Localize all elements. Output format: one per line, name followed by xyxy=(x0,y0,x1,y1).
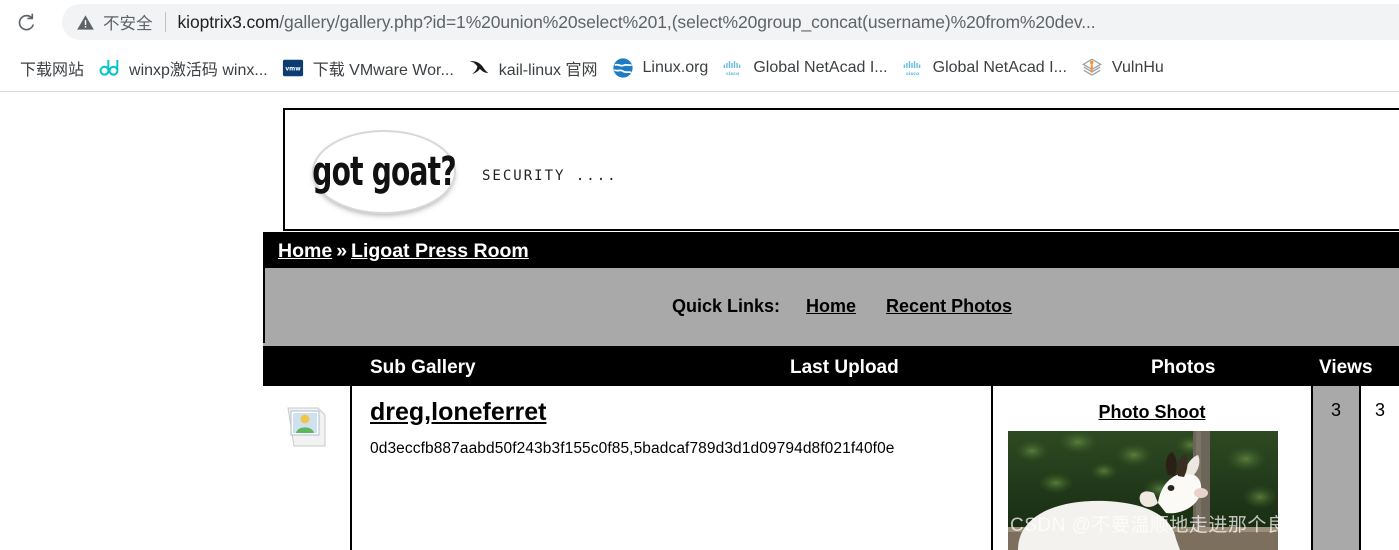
breadcrumb-bar: Home» Ligoat Press Room xyxy=(263,232,1399,268)
bookmark-item[interactable]: vmw 下载 VMware Wor... xyxy=(275,51,461,85)
omnibar-row: 不安全 kioptrix3.com/gallery/gallery.php?id… xyxy=(0,0,1399,45)
bookmark-label: Global NetAcad I... xyxy=(932,59,1067,76)
omnibox-divider xyxy=(164,12,166,32)
address-bar[interactable]: 不安全 kioptrix3.com/gallery/gallery.php?id… xyxy=(62,4,1399,40)
vmware-icon: vmw xyxy=(282,57,304,79)
bookmark-item[interactable]: winxp激活码 winx... xyxy=(91,51,275,85)
browser-chrome: 不安全 kioptrix3.com/gallery/gallery.php?id… xyxy=(0,0,1399,92)
page-content: got goat? SECURITY .... Home» Ligoat Pres… xyxy=(0,92,1399,550)
column-header-views: Views xyxy=(1319,357,1373,378)
table-header-row: Sub Gallery Last Upload Photos Views xyxy=(263,343,1399,386)
site-header: got goat? SECURITY .... xyxy=(283,108,1399,231)
bookmark-label: Global NetAcad I... xyxy=(753,59,888,76)
reload-icon xyxy=(18,13,34,31)
cell-views-count: 3 xyxy=(1361,386,1399,550)
security-label: 不安全 xyxy=(103,15,153,33)
cell-thumbnail xyxy=(263,386,352,550)
quick-links-band: Quick Links: Home Recent Photos xyxy=(263,268,1399,343)
bookmarks-bar: 下载网站 winxp激活码 winx... vmw 下载 VMware Wor.… xyxy=(0,45,1399,91)
bookmark-item[interactable]: 下载网站 xyxy=(0,51,91,85)
cell-last-upload: Photo Shoot xyxy=(993,386,1313,550)
svg-text:cisco: cisco xyxy=(906,71,920,77)
photos-count: 3 xyxy=(1330,400,1341,420)
reload-button[interactable] xyxy=(8,5,44,41)
bookmark-item[interactable]: cisco Global NetAcad I... xyxy=(895,51,1074,85)
bookmark-item[interactable]: cisco Global NetAcad I... xyxy=(715,51,894,85)
vulnhub-icon xyxy=(1081,57,1103,79)
broken-image-icon xyxy=(287,407,326,447)
column-header-photos: Photos xyxy=(1151,357,1216,378)
svg-text:cisco: cisco xyxy=(726,71,740,77)
url-text: kioptrix3.com/gallery/gallery.php?id=1%2… xyxy=(178,12,1096,33)
bookmark-item[interactable]: Linux.org xyxy=(605,51,716,85)
views-count: 3 xyxy=(1374,400,1385,420)
quick-link-home[interactable]: Home xyxy=(806,296,856,317)
goat-photo xyxy=(1008,431,1278,550)
bookmark-label: 下载 VMware Wor... xyxy=(312,62,454,79)
breadcrumb: Home» Ligoat Press Room xyxy=(278,240,529,263)
bookmark-item[interactable]: VulnHu xyxy=(1074,51,1171,85)
browser-window: 不安全 kioptrix3.com/gallery/gallery.php?id… xyxy=(0,0,1399,550)
cisco-icon: cisco xyxy=(902,57,924,79)
bookmark-item[interactable]: kail-linux 官网 xyxy=(461,51,605,85)
bookmark-label: kail-linux 官网 xyxy=(498,62,598,79)
breadcrumb-home-link[interactable]: Home xyxy=(278,240,332,262)
cell-photos-count: 3 xyxy=(1313,386,1361,550)
breadcrumb-separator: » xyxy=(336,239,348,262)
svg-text:vmw: vmw xyxy=(285,67,301,73)
logo-text: got goat? xyxy=(312,149,456,195)
table-row: dreg,loneferret 0d3eccfb887aabd50f243b3f… xyxy=(263,386,1399,550)
kali-dragon-icon xyxy=(468,57,490,79)
dd-icon xyxy=(98,57,120,79)
column-header-last-upload: Last Upload xyxy=(790,357,899,378)
gallery-subtitle-hash: 0d3eccfb887aabd50f243b3f155c0f85,5badcaf… xyxy=(370,440,895,457)
warning-triangle-icon xyxy=(76,13,95,32)
url-host: kioptrix3.com xyxy=(177,11,280,32)
site-security-chip[interactable]: 不安全 xyxy=(76,10,153,34)
cell-sub-gallery: dreg,loneferret 0d3eccfb887aabd50f243b3f… xyxy=(352,386,993,550)
site-tagline: SECURITY .... xyxy=(482,168,618,184)
bookmark-label: 下载网站 xyxy=(20,62,85,79)
url-path: /gallery/gallery.php?id=1%20union%20sele… xyxy=(279,11,1096,32)
bookmark-label: Linux.org xyxy=(642,59,709,76)
gallery-title-link[interactable]: dreg,loneferret xyxy=(370,398,546,427)
bookmark-label: winxp激活码 winx... xyxy=(129,62,268,79)
quick-links-label: Quick Links: xyxy=(672,296,781,316)
photo-shoot-link[interactable]: Photo Shoot xyxy=(993,402,1311,423)
cisco-icon: cisco xyxy=(722,57,744,79)
bookmark-label: VulnHu xyxy=(1111,59,1164,76)
quick-links: Quick Links: Home Recent Photos xyxy=(672,296,1042,317)
globe-icon xyxy=(612,57,634,79)
site-logo: got goat? xyxy=(312,130,457,214)
generic-site-icon xyxy=(0,57,11,79)
column-header-sub-gallery: Sub Gallery xyxy=(370,357,476,378)
quick-link-recent-photos[interactable]: Recent Photos xyxy=(886,296,1012,317)
breadcrumb-current-link[interactable]: Ligoat Press Room xyxy=(351,240,529,262)
